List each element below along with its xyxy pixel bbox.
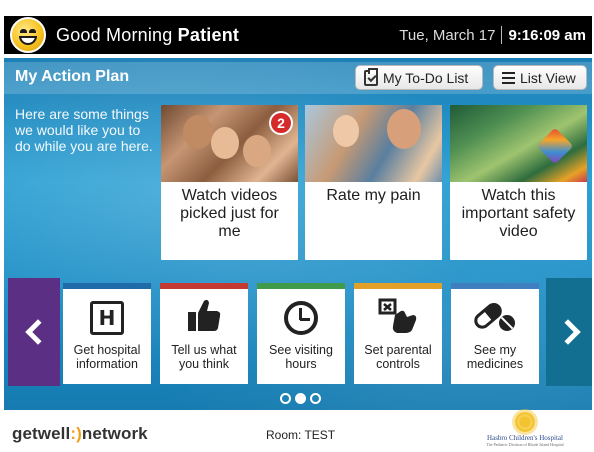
- card-safety-video[interactable]: Watch this important safety video: [450, 105, 587, 260]
- footer: getwell:)network Room: TEST Hasbro Child…: [4, 410, 592, 452]
- hospital-icon: H: [90, 301, 124, 335]
- action-plan-intro: Here are some things we would like you t…: [15, 106, 153, 154]
- tile-label: Tell us what you think: [171, 343, 237, 371]
- list-view-label: List View: [520, 69, 576, 86]
- card-photo-kids: 2: [161, 105, 298, 182]
- tile-label: See my medicines: [466, 343, 524, 371]
- date-time: Tue, March 17 9:16:09 am: [399, 26, 586, 44]
- sun-logo-icon: [515, 412, 535, 432]
- hospital-name: Hasbro Children's Hospital: [487, 434, 563, 442]
- card-photo-teens: [305, 105, 442, 182]
- top-bar: Good Morning Patient Tue, March 17 9:16:…: [4, 16, 592, 54]
- tile-medicines[interactable]: See my medicines: [451, 283, 539, 384]
- room-label: Room: TEST: [266, 428, 336, 442]
- hospital-subtitle: The Pediatric Division of Rhode Island H…: [486, 442, 564, 447]
- current-time: 9:16:09 am: [508, 26, 586, 44]
- card-caption: Watch this important safety video: [461, 187, 576, 240]
- main-panel: My Action Plan My To-Do List List View H…: [4, 58, 592, 410]
- greeting-prefix: Good Morning: [56, 24, 173, 45]
- tile-feedback[interactable]: Tell us what you think: [160, 283, 248, 384]
- chevron-left-icon: [25, 319, 51, 345]
- current-date: Tue, March 17: [399, 26, 496, 44]
- todo-list-button[interactable]: My To-Do List: [355, 65, 483, 90]
- card-rate-pain[interactable]: Rate my pain: [305, 105, 442, 260]
- date-time-divider: [501, 26, 503, 44]
- tile-label: Get hospital information: [73, 343, 141, 371]
- chevron-right-icon: [555, 319, 581, 345]
- tile-parental-controls[interactable]: Set parental controls: [354, 283, 442, 384]
- tile-visiting-hours[interactable]: See visiting hours: [257, 283, 345, 384]
- hospital-logo: Hasbro Children's Hospital The Pediatric…: [480, 412, 570, 447]
- greeting-name: Patient: [177, 24, 240, 45]
- page-dot-active[interactable]: [295, 393, 306, 404]
- card-photo-kite: [450, 105, 587, 182]
- pill-icon: [474, 303, 515, 331]
- smiley-avatar-icon: [10, 17, 46, 53]
- greeting-text: Good Morning Patient: [56, 25, 239, 46]
- carousel-next-button[interactable]: [546, 278, 592, 386]
- action-plan-title: My Action Plan: [15, 68, 130, 85]
- carousel-prev-button[interactable]: [8, 278, 60, 386]
- tile-hospital-info[interactable]: H Get hospital information: [63, 283, 151, 384]
- clock-icon: [284, 301, 318, 335]
- tile-label: See visiting hours: [269, 343, 333, 371]
- new-videos-badge: 2: [269, 111, 293, 135]
- list-icon: [502, 71, 515, 84]
- parental-controls-icon: [378, 298, 417, 333]
- clipboard-check-icon: [364, 67, 378, 86]
- page-dot[interactable]: [280, 393, 291, 404]
- card-caption: Rate my pain: [326, 187, 421, 204]
- tile-label: Set parental controls: [364, 343, 432, 371]
- thumbs-up-icon: [188, 299, 221, 331]
- todo-list-label: My To-Do List: [383, 69, 469, 86]
- page-dot[interactable]: [310, 393, 321, 404]
- carousel-page-indicator: [280, 393, 321, 404]
- card-watch-videos[interactable]: 2 Watch videos picked just for me: [161, 105, 298, 260]
- card-caption: Watch videos picked just for me: [180, 187, 279, 240]
- getwell-network-logo: getwell:)network: [12, 424, 148, 443]
- list-view-button[interactable]: List View: [493, 65, 587, 90]
